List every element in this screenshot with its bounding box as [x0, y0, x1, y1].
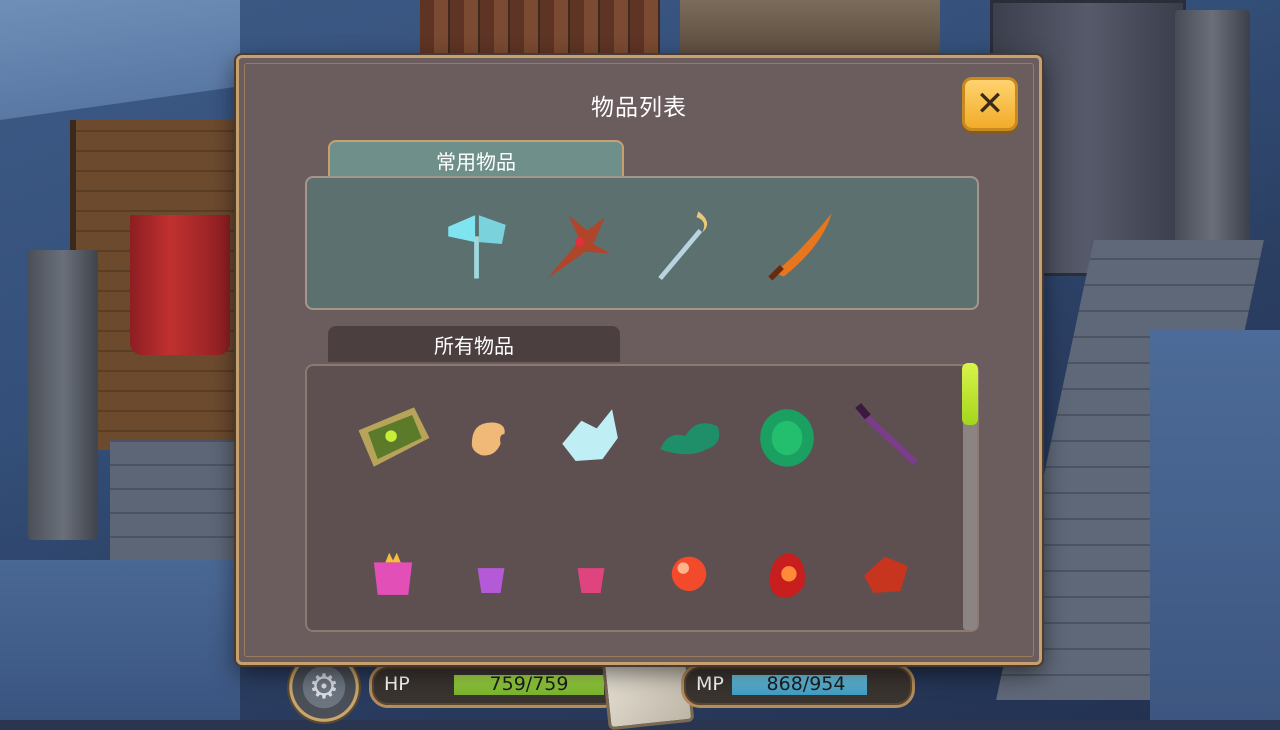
green-leaf-slot[interactable]	[641, 390, 737, 486]
dragon-claw-staff-icon	[547, 215, 611, 279]
mp-label: MP	[696, 673, 724, 695]
purple-sword-slot[interactable]	[837, 390, 933, 486]
purple-cup-icon	[477, 568, 505, 593]
all-items-panel	[305, 364, 979, 632]
stone-wall-left	[110, 440, 240, 560]
green-shield-icon	[358, 407, 430, 467]
stone-pillar-left	[28, 250, 98, 540]
red-orb-icon	[671, 556, 707, 592]
fire-stone-slot[interactable]	[739, 522, 835, 618]
bookshelf	[420, 0, 660, 55]
pink-cup-slot[interactable]	[543, 522, 639, 618]
crescent-staff-slot[interactable]	[637, 196, 733, 292]
tab-common-items[interactable]: 常用物品	[328, 140, 624, 178]
roof-beam	[680, 0, 940, 55]
tab-all-items[interactable]: 所有物品	[328, 326, 620, 362]
ice-axe-icon	[448, 215, 506, 279]
close-icon: ✕	[975, 84, 1005, 124]
green-gem-icon	[760, 409, 814, 467]
item-list-dialog: 物品列表 ✕ 常用物品 所有物品	[236, 55, 1042, 665]
hp-label: HP	[384, 673, 410, 695]
purple-cup-slot[interactable]	[443, 522, 539, 618]
green-shield-slot[interactable]	[345, 390, 441, 486]
flame-sword-slot[interactable]	[753, 196, 849, 292]
common-items-panel	[305, 176, 979, 310]
dialog-title: 物品列表	[591, 95, 687, 121]
pink-crown-cup-icon	[373, 552, 413, 595]
gear-icon: ⚙	[308, 667, 340, 707]
dragon-claw-staff-slot[interactable]	[528, 196, 624, 292]
pink-crown-cup-slot[interactable]	[345, 522, 441, 618]
red-orb-slot[interactable]	[641, 522, 737, 618]
fire-stone-icon	[769, 552, 805, 598]
green-gem-slot[interactable]	[739, 390, 835, 486]
close-button[interactable]: ✕	[962, 77, 1018, 131]
snow-ground-right	[1150, 330, 1280, 720]
green-leaf-icon	[660, 423, 720, 455]
purple-sword-icon	[855, 402, 918, 466]
mp-value: 868/954	[766, 673, 846, 695]
hp-value: 759/759	[489, 673, 569, 695]
bread-piece-icon	[471, 422, 505, 456]
flame-sword-icon	[768, 213, 832, 281]
red-crystal-icon	[863, 556, 908, 593]
red-curtain	[130, 215, 230, 355]
ice-axe-slot[interactable]	[429, 196, 525, 292]
bread-piece-slot[interactable]	[443, 390, 539, 486]
hp-bar: HP 759/759	[369, 664, 623, 708]
scrollbar-thumb[interactable]	[962, 363, 978, 425]
ice-crystal-slot[interactable]	[543, 390, 639, 486]
pink-cup-icon	[577, 568, 605, 593]
snow-ground-left	[0, 560, 240, 720]
mp-bar: MP 868/954	[681, 664, 915, 708]
ice-crystal-icon	[562, 409, 618, 461]
red-crystal-slot[interactable]	[837, 522, 933, 618]
crescent-staff-icon	[658, 211, 708, 281]
